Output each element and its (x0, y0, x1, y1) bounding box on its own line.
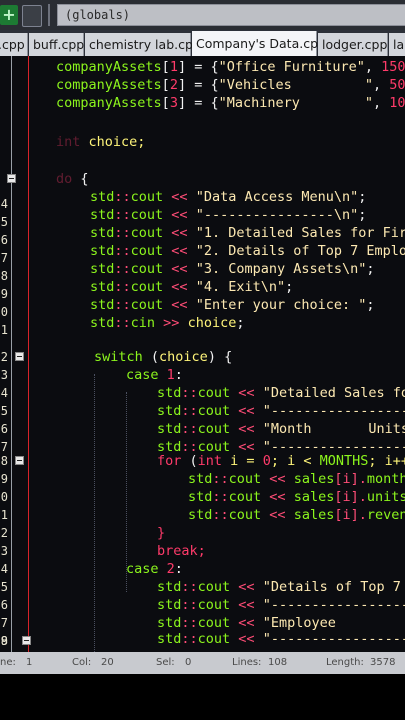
code-line: std::cout << "Month Units (157, 421, 405, 437)
tab-lodger[interactable]: lodger.cpp (318, 33, 388, 56)
status-bar: ne: 1 Col: 20 Sel: 0 Lines: 108 Length: … (0, 652, 405, 674)
tab-lab[interactable]: lab (389, 33, 405, 56)
line-number: 9 (0, 287, 8, 301)
status-length-label: Length: (326, 657, 364, 668)
code-line: switch (choice) { (94, 349, 233, 365)
line-number: 2 (0, 350, 8, 364)
status-length-value: 3578 (370, 657, 396, 668)
fold-toggle-icon[interactable] (15, 456, 24, 465)
code-line: case 2: (126, 561, 183, 577)
code-line: std::cout << sales[i].month (188, 471, 405, 487)
code-line: std::cout << sales[i].revenue (188, 507, 405, 523)
save-icon[interactable] (22, 5, 42, 27)
status-line-label: ne: (0, 657, 16, 668)
tab-bar: .cpp buff.cpp chemistry lab.cpp Company'… (0, 30, 405, 56)
code-line: std::cout << "4. Exit\n"; (90, 279, 294, 295)
code-line: companyAssets[1] = {"Office Furniture", … (56, 59, 405, 75)
code-line: std::cout << "------------------- (157, 403, 405, 419)
screen-bezel (0, 674, 405, 720)
line-number: 5 (0, 215, 8, 229)
line-number: 77 (0, 616, 8, 630)
fold-toggle-icon[interactable] (7, 174, 16, 183)
line-number: 70 (0, 490, 8, 504)
indent-guide (94, 374, 95, 652)
gutter-divider (28, 56, 29, 652)
code-line: } (157, 525, 166, 541)
code-line: companyAssets[2] = {"Vehicles ", 500 (56, 77, 405, 93)
line-number: 4 (0, 197, 8, 211)
line-number: 71 (0, 508, 8, 522)
code-line: std::cout << "Enter your choice: "; (90, 297, 375, 313)
code-line: std::cout << "------------------- (157, 597, 405, 613)
line-number: 0 (0, 305, 8, 319)
code-line: companyAssets[3] = {"Machinery ", 100 (56, 95, 405, 111)
code-editor[interactable]: 4 5 6 7 8 9 0 1 2 3 4 5 6 7 68 69 70 71 … (0, 56, 405, 652)
status-lines-value: 108 (268, 657, 288, 668)
code-line: int choice; (56, 134, 146, 150)
tab-company-data[interactable]: Company's Data.cpp (192, 31, 326, 56)
line-number: 69 (0, 472, 8, 486)
new-file-icon[interactable]: + (0, 5, 18, 25)
status-col-value: 20 (101, 657, 114, 668)
line-number: 1 (0, 323, 8, 337)
line-number: 75 (0, 580, 8, 594)
code-line: std::cin >> choice; (90, 315, 245, 331)
line-number: 73 (0, 544, 8, 558)
code-line: std::cout << "----------------\n"; (90, 207, 367, 223)
line-number: 68 (0, 454, 8, 468)
fold-toggle-icon[interactable] (15, 352, 24, 361)
code-line: std::cout << "Data Access Menu\n"; (90, 189, 367, 205)
status-col-label: Col: (72, 657, 92, 668)
tab-chemistry-lab[interactable]: chemistry lab.cpp (85, 33, 201, 56)
toolbar-separator (48, 4, 50, 26)
line-number: 3 (0, 368, 8, 382)
toolbar: + (globals) (0, 0, 405, 30)
code-line: std::cout << "3. Company Assets\n"; (90, 261, 375, 277)
code-line: for (int i = 0; i < MONTHS; i++) (157, 453, 405, 469)
tab-buff[interactable]: buff.cpp (29, 33, 84, 56)
line-number: 79 (0, 634, 8, 648)
status-sel-label: Sel: (156, 657, 175, 668)
code-line: do { (56, 171, 89, 187)
line-number: 6 (0, 233, 8, 247)
code-line: case 1: (126, 367, 183, 383)
code-line: break; (157, 543, 206, 559)
line-number: 4 (0, 386, 8, 400)
line-number: 5 (0, 404, 8, 418)
code-line: std::cout << "------------------- (157, 631, 405, 647)
scope-dropdown[interactable]: (globals) (57, 4, 405, 26)
code-line: std::cout << "Detailed Sales for (157, 385, 405, 401)
tab-cpp[interactable]: .cpp (0, 33, 28, 56)
line-number: 8 (0, 269, 8, 283)
status-lines-label: Lines: (232, 657, 262, 668)
status-line-value: 1 (26, 657, 33, 668)
code-line: std::cout << "Details of Top 7 Em (157, 579, 401, 595)
code-line: std::cout << "1. Detailed Sales for Firs… (90, 225, 405, 241)
status-sel-value: 0 (185, 657, 192, 668)
line-number: 74 (0, 562, 8, 576)
line-number: 72 (0, 526, 8, 540)
line-number: 76 (0, 598, 8, 612)
code-line: std::cout << "2. Details of Top 7 Employ… (90, 243, 405, 259)
code-line: std::cout << sales[i].unitsSo (188, 489, 405, 505)
fold-line (11, 56, 12, 652)
line-number: 6 (0, 422, 8, 436)
line-number: 7 (0, 251, 8, 265)
fold-toggle-icon[interactable] (22, 636, 31, 645)
